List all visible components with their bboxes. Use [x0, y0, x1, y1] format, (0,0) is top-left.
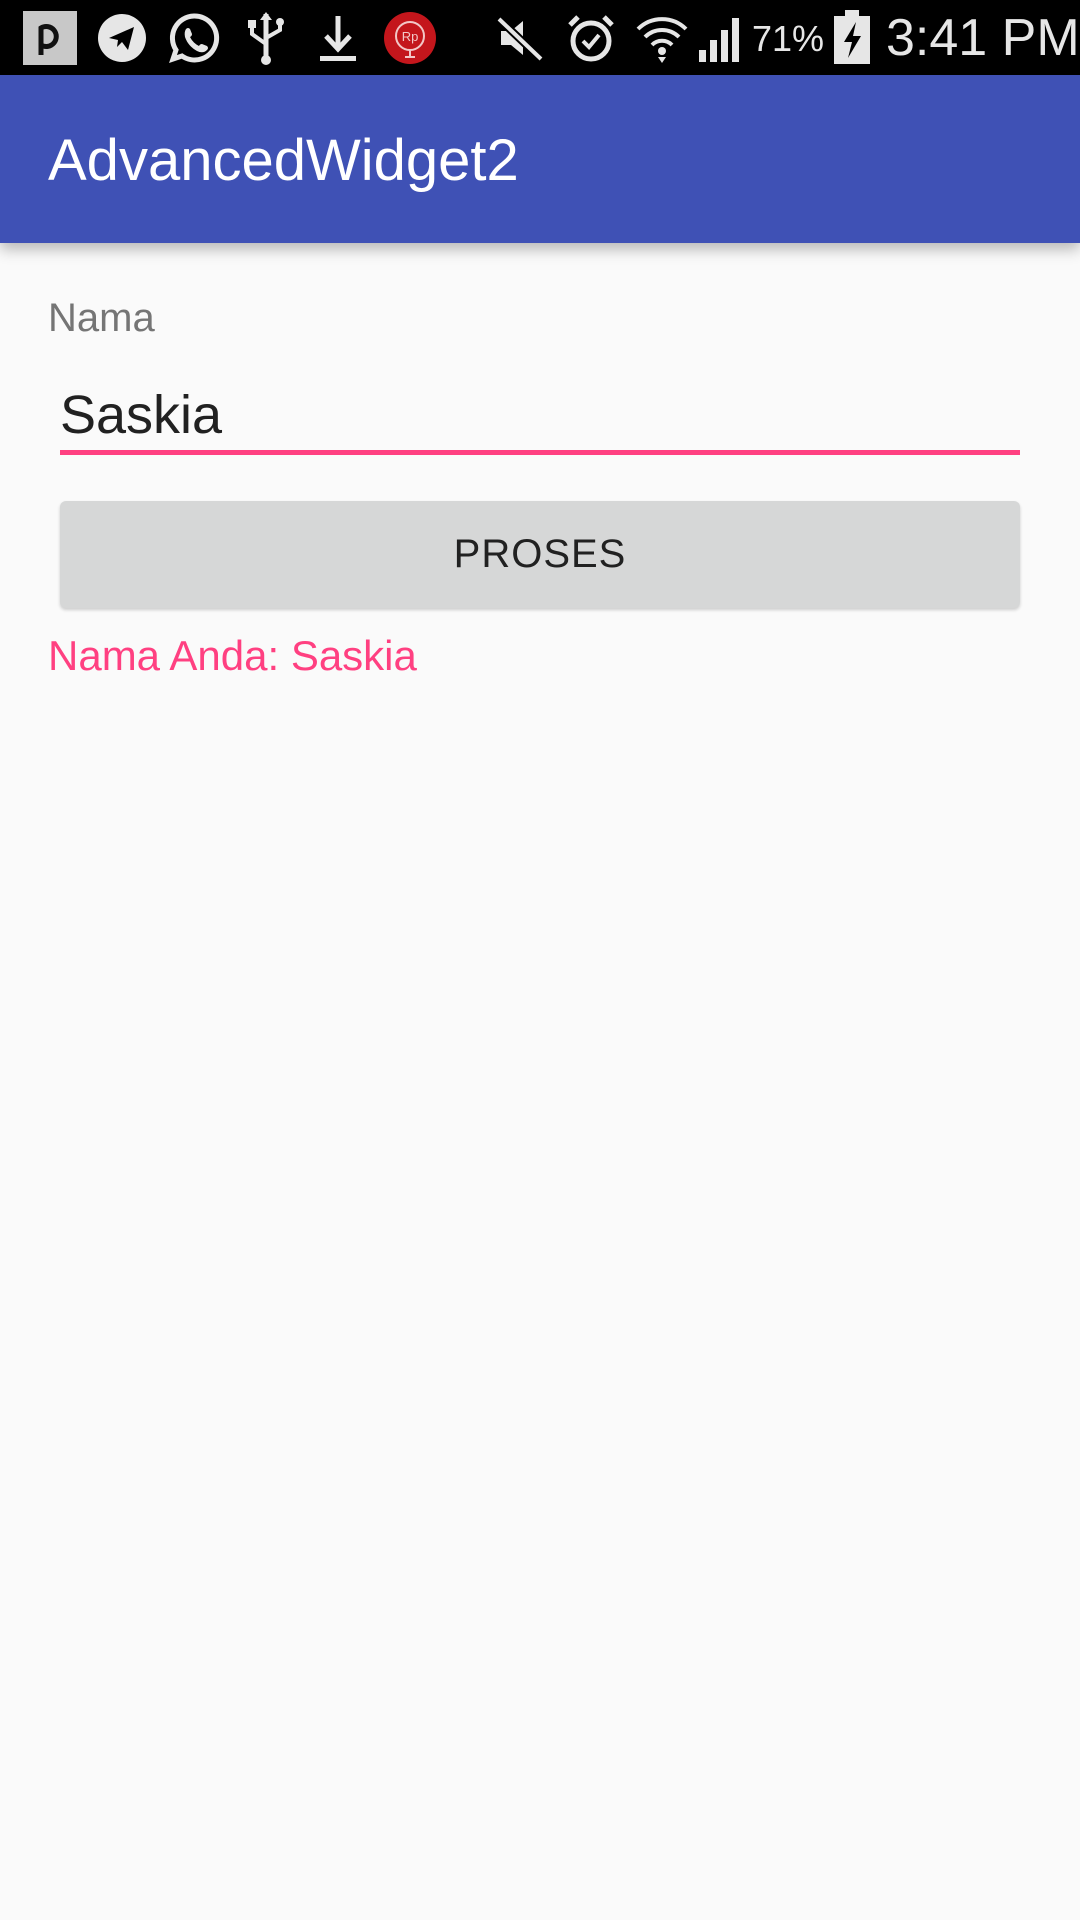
status-bar: Rp 71% 3:41 PM: [0, 0, 1080, 75]
whatsapp-icon: [166, 10, 222, 66]
proses-button[interactable]: PROSES: [60, 501, 1020, 608]
battery-charging-icon: [824, 10, 880, 66]
mute-icon: [492, 10, 548, 66]
app-p-icon: [22, 10, 78, 66]
signal-icon: [694, 10, 750, 66]
alarm-icon: [563, 10, 619, 66]
result-text: Nama Anda: Saskia: [48, 632, 417, 679]
download-icon: [310, 10, 366, 66]
app-title: AdvancedWidget2: [48, 128, 519, 193]
name-input[interactable]: [60, 380, 1020, 455]
battery-percent: 71%: [752, 18, 825, 59]
svg-text:Rp: Rp: [402, 29, 419, 44]
rp-app-icon: Rp: [382, 10, 438, 66]
usb-icon: [238, 10, 294, 66]
app-screen: Rp 71% 3:41 PM AdvancedWidget2 Nama Sask…: [0, 0, 1080, 1920]
wifi-icon: [634, 10, 690, 66]
name-label: Nama: [48, 296, 155, 340]
app-bar: AdvancedWidget2: [0, 75, 1080, 243]
status-clock: 3:41 PM: [886, 9, 1080, 67]
telegram-icon: [94, 10, 150, 66]
